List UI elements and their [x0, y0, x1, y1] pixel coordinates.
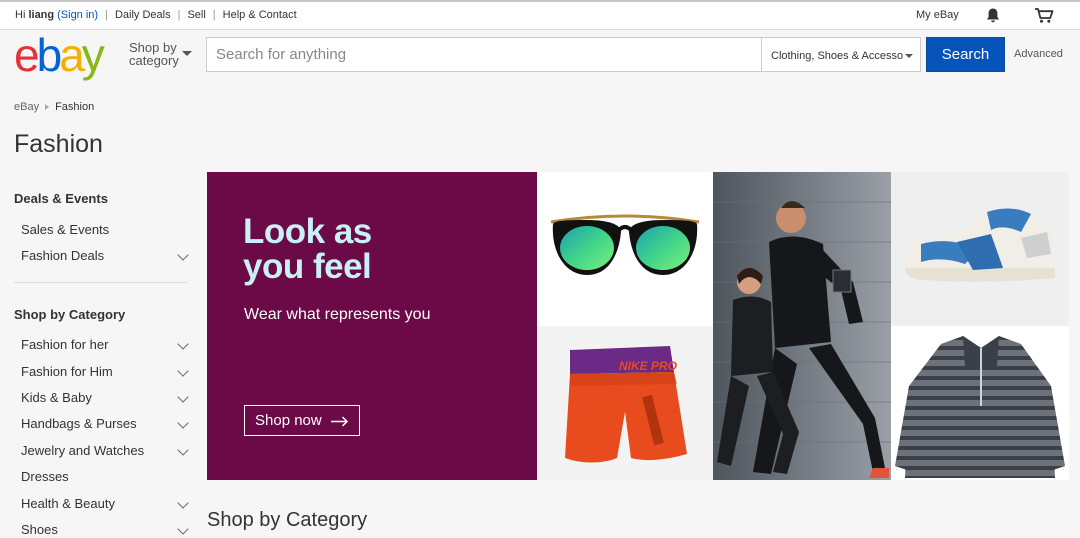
sidebar-item-label: Health & Beauty [21, 496, 115, 511]
sidebar-item-jewelry-watches[interactable]: Jewelry and Watches [21, 443, 191, 458]
hero-subline: Wear what represents you [244, 306, 431, 323]
sidebar-item-shoes[interactable]: Shoes [21, 522, 191, 537]
chevron-down-icon[interactable] [177, 497, 189, 509]
logo-letter-b: b [36, 29, 63, 81]
logo-letter-y: y [81, 29, 105, 81]
runners-tile[interactable] [713, 172, 891, 480]
greeting-prefix: Hi [15, 9, 26, 21]
sidebar-item-label: Fashion for her [21, 337, 109, 352]
category-select[interactable]: Clothing, Shoes & Accesso [761, 37, 921, 72]
sidebar-item-fashion-for-her[interactable]: Fashion for her [21, 337, 191, 352]
chevron-down-icon[interactable] [177, 444, 189, 456]
shorts-tile[interactable]: NIKE PRO [537, 326, 713, 480]
logo-letter-e: e [14, 29, 40, 81]
sidebar-item-fashion-for-him[interactable]: Fashion for Him [21, 364, 191, 379]
search-button[interactable]: Search [926, 37, 1005, 72]
chevron-down-icon[interactable] [177, 365, 189, 377]
advanced-search-link[interactable]: Advanced [1014, 48, 1063, 60]
shorts-image: NIKE PRO [565, 346, 687, 463]
logo-letter-a: a [59, 29, 85, 81]
chevron-down-icon[interactable] [177, 523, 189, 535]
shop-now-button[interactable]: Shop now [244, 405, 360, 436]
sidebar-item-label: Fashion for Him [21, 364, 113, 379]
sidebar-item-kids-baby[interactable]: Kids & Baby [21, 390, 191, 405]
sidebar-item-label: Handbags & Purses [21, 416, 137, 431]
caret-down-icon [905, 54, 913, 58]
sneaker-image [904, 208, 1056, 282]
page-title: Fashion [14, 130, 103, 158]
search-box[interactable] [206, 37, 762, 72]
user-name: liang [28, 9, 55, 21]
cart-icon[interactable] [1034, 7, 1054, 24]
chevron-down-icon[interactable] [177, 417, 189, 429]
breadcrumb: eBay Fashion [14, 101, 94, 113]
sidebar-divider [14, 282, 187, 283]
shop-by-category-section-title: Shop by Category [207, 509, 368, 531]
sidebar-item-label: Kids & Baby [21, 390, 92, 405]
shop-by-category-dropdown[interactable]: Shop by category [129, 41, 192, 68]
hero-banner[interactable]: Look as you feel Wear what represents yo… [207, 172, 537, 480]
daily-deals-link[interactable]: Daily Deals [115, 9, 171, 21]
help-contact-link[interactable]: Help & Contact [223, 9, 297, 21]
sign-in-link[interactable]: (Sign in) [57, 9, 98, 21]
pullover-image [895, 336, 1065, 478]
chevron-right-icon [45, 104, 50, 110]
sneaker-tile[interactable] [891, 172, 1069, 326]
sell-link[interactable]: Sell [187, 9, 205, 21]
hero-headline: Look as you feel [243, 212, 372, 286]
shop-now-label: Shop now [255, 412, 322, 429]
breadcrumb-current: Fashion [55, 101, 95, 113]
chevron-down-icon[interactable] [177, 391, 189, 403]
ebay-logo[interactable]: ebay [14, 29, 105, 81]
pullover-tile[interactable] [891, 326, 1069, 480]
shorts-brand-text: NIKE PRO [619, 359, 678, 373]
sidebar-item-handbags-purses[interactable]: Handbags & Purses [21, 416, 191, 431]
category-label: category [129, 53, 179, 68]
separator: | [212, 9, 216, 21]
sidebar-item-health-beauty[interactable]: Health & Beauty [21, 496, 191, 511]
category-select-value: Clothing, Shoes & Accesso [771, 50, 904, 62]
sidebar-item-sales-events[interactable]: Sales & Events [21, 222, 191, 237]
shop-by-category-heading: Shop by Category [14, 307, 126, 322]
arrow-right-icon [331, 416, 349, 427]
breadcrumb-ebay[interactable]: eBay [14, 101, 39, 113]
bell-icon[interactable] [985, 7, 1001, 24]
sidebar-item-dresses[interactable]: Dresses [21, 469, 191, 484]
sidebar-item-label: Jewelry and Watches [21, 443, 145, 458]
sidebar-item-label: Shoes [21, 522, 58, 537]
top-links: Hi liang (Sign in) | Daily Deals | Sell … [15, 9, 297, 21]
sunglasses-image [550, 214, 700, 275]
separator: | [105, 9, 108, 21]
caret-down-icon [182, 51, 192, 56]
my-ebay-link[interactable]: My eBay [916, 9, 959, 21]
deals-events-heading: Deals & Events [14, 191, 108, 206]
separator: | [177, 9, 181, 21]
chevron-down-icon[interactable] [177, 338, 189, 350]
sidebar-item-fashion-deals[interactable]: Fashion Deals [21, 248, 191, 263]
sidebar-item-label: Dresses [21, 469, 69, 484]
runners-image [713, 172, 891, 480]
sidebar-item-label: Fashion Deals [21, 248, 105, 263]
sunglasses-tile[interactable] [537, 172, 713, 326]
sidebar-item-label: Sales & Events [21, 222, 110, 237]
chevron-down-icon[interactable] [177, 249, 189, 261]
top-utility-bar: Hi liang (Sign in) | Daily Deals | Sell … [0, 0, 1080, 30]
search-input[interactable] [207, 38, 761, 71]
